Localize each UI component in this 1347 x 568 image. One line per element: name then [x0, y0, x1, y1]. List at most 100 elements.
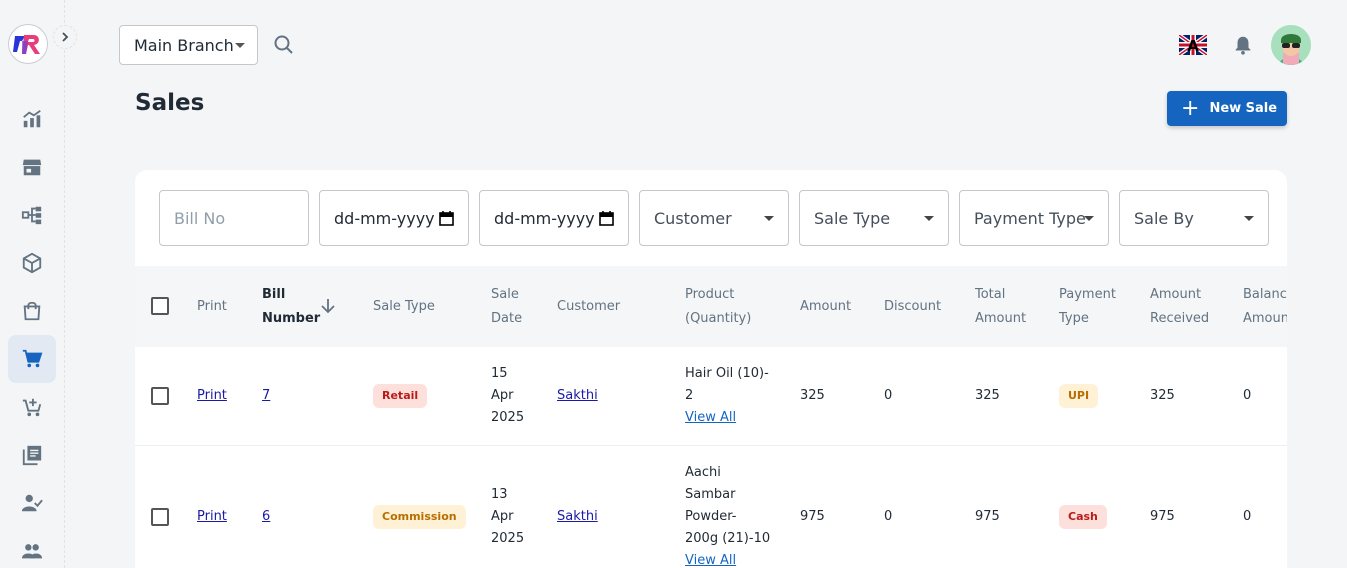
product-line: 200g (21)-10 — [685, 531, 771, 546]
sale-type-select-label: Sale Type — [814, 208, 891, 228]
row-checkbox[interactable] — [151, 387, 169, 405]
total-amount: 975 — [975, 509, 1000, 524]
bill-number-link[interactable]: 6 — [262, 506, 270, 528]
col-sale-date: Sale Date — [491, 283, 522, 331]
customer-link[interactable]: Sakthi — [557, 506, 598, 528]
bill-no-input[interactable]: Bill No — [159, 190, 309, 246]
row-checkbox[interactable] — [151, 508, 169, 526]
date-to-input[interactable]: dd-mm-yyyy — [479, 190, 629, 246]
flag-letter: A — [1187, 37, 1199, 55]
caret-down-icon — [1244, 216, 1254, 221]
nav-user-verify[interactable] — [8, 479, 56, 527]
col-total-line1: Total — [975, 287, 1006, 302]
date-from-input[interactable]: dd-mm-yyyy — [319, 190, 469, 246]
caret-down-icon — [235, 43, 245, 48]
new-sale-label: New Sale — [1209, 101, 1278, 116]
col-received-line2: Received — [1150, 311, 1210, 326]
language-flag-icon[interactable]: A — [1179, 35, 1207, 55]
customer-select[interactable]: Customer — [639, 190, 789, 246]
col-balance-line1: Balance — [1243, 287, 1287, 302]
payment-type-badge: Cash — [1059, 505, 1107, 529]
col-total-line2: Amount — [975, 311, 1027, 326]
col-amount-received: Amount Received — [1150, 283, 1209, 331]
nav-add-to-cart[interactable] — [8, 383, 56, 431]
col-payment-line1: Payment — [1059, 287, 1116, 302]
search-icon[interactable] — [272, 33, 296, 57]
shopping-cart-icon — [22, 349, 43, 368]
col-sale-date-line2: Date — [491, 311, 523, 326]
new-sale-button[interactable]: + New Sale — [1167, 91, 1287, 126]
nav-hierarchy[interactable] — [8, 191, 56, 239]
cart-add-icon — [22, 398, 42, 417]
sale-date-year: 2025 — [491, 410, 525, 425]
sort-arrow-down-icon[interactable] — [320, 298, 336, 314]
total-amount: 325 — [975, 388, 1000, 403]
payment-type-badge: UPI — [1059, 384, 1099, 408]
table-row[interactable]: Print 7 Retail 15 Apr 2025 Sakthi Hair O… — [135, 347, 1287, 446]
user-avatar[interactable] — [1271, 25, 1311, 65]
sale-date-day: 13 — [491, 487, 508, 502]
library-books-icon — [22, 445, 42, 466]
notification-bell-icon[interactable] — [1232, 34, 1254, 56]
calendar-icon[interactable] — [599, 210, 614, 226]
col-payment-line2: Type — [1059, 311, 1089, 326]
col-bill-number[interactable]: Bill Number — [262, 283, 320, 331]
branch-select[interactable]: Main Branch — [119, 25, 258, 65]
discount: 0 — [884, 388, 893, 403]
sale-date: 15 Apr 2025 — [491, 363, 524, 429]
discount: 0 — [884, 509, 893, 524]
col-total-amount: Total Amount — [975, 283, 1026, 331]
person-check-icon — [21, 494, 43, 512]
calendar-icon[interactable] — [439, 210, 454, 226]
product-line: Hair Oil (10)- — [685, 366, 769, 381]
nav-products[interactable] — [8, 239, 56, 287]
page-title: Sales — [135, 90, 205, 116]
sale-type-badge: Commission — [373, 505, 466, 529]
view-all-link[interactable]: View All — [685, 550, 770, 568]
sale-type-select[interactable]: Sale Type — [799, 190, 949, 246]
amount: 975 — [800, 509, 825, 524]
print-link[interactable]: Print — [197, 385, 227, 407]
col-print: Print — [197, 299, 227, 314]
caret-down-icon — [1084, 216, 1094, 221]
col-bill-number-line1: Bill — [262, 287, 286, 302]
bill-number-link[interactable]: 7 — [262, 385, 270, 407]
sale-by-select[interactable]: Sale By — [1119, 190, 1269, 246]
avatar-image — [1271, 25, 1311, 65]
product-line: Sambar — [685, 487, 736, 502]
col-product: Product (Quantity) — [685, 283, 751, 331]
nav-purchases[interactable] — [8, 287, 56, 335]
table-row[interactable]: Print 6 Commission 13 Apr 2025 Sakthi Aa… — [135, 446, 1287, 568]
branch-select-value: Main Branch — [134, 35, 234, 55]
product-cell: Aachi Sambar Powder- 200g (21)-10 View A… — [685, 462, 770, 568]
nav-dashboard[interactable] — [8, 95, 56, 143]
sidebar-collapse-button[interactable] — [53, 25, 77, 49]
table-header: Print Bill Number Sale Type Sale Date Cu… — [135, 266, 1287, 347]
col-balance-line2: Amount — [1243, 311, 1287, 326]
select-all-checkbox[interactable] — [151, 297, 169, 315]
hierarchy-icon — [21, 206, 42, 225]
payment-type-select[interactable]: Payment Type — [959, 190, 1109, 246]
nav-reports[interactable] — [8, 431, 56, 479]
nav-users[interactable] — [8, 527, 56, 568]
customer-link[interactable]: Sakthi — [557, 385, 598, 407]
store-icon — [22, 159, 42, 176]
print-link[interactable]: Print — [197, 506, 227, 528]
col-payment-type: Payment Type — [1059, 283, 1116, 331]
shopping-bag-icon — [23, 301, 41, 321]
product-line: Powder- — [685, 509, 737, 524]
chevron-right-icon — [62, 32, 69, 42]
nav-stores[interactable] — [8, 143, 56, 191]
app-logo[interactable] — [8, 24, 48, 64]
nav-sales[interactable] — [8, 335, 56, 383]
sale-date-month: Apr — [491, 388, 514, 403]
amount-received: 325 — [1150, 388, 1175, 403]
view-all-link[interactable]: View All — [685, 407, 769, 429]
group-icon — [21, 544, 43, 559]
col-balance-amount: Balance Amount — [1243, 283, 1287, 331]
payment-type-select-label: Payment Type — [974, 208, 1086, 228]
col-discount: Discount — [884, 299, 942, 314]
sales-card: Bill No dd-mm-yyyy dd-mm-yyyy Customer S… — [135, 170, 1287, 568]
caret-down-icon — [764, 216, 774, 221]
customer-select-label: Customer — [654, 208, 732, 228]
